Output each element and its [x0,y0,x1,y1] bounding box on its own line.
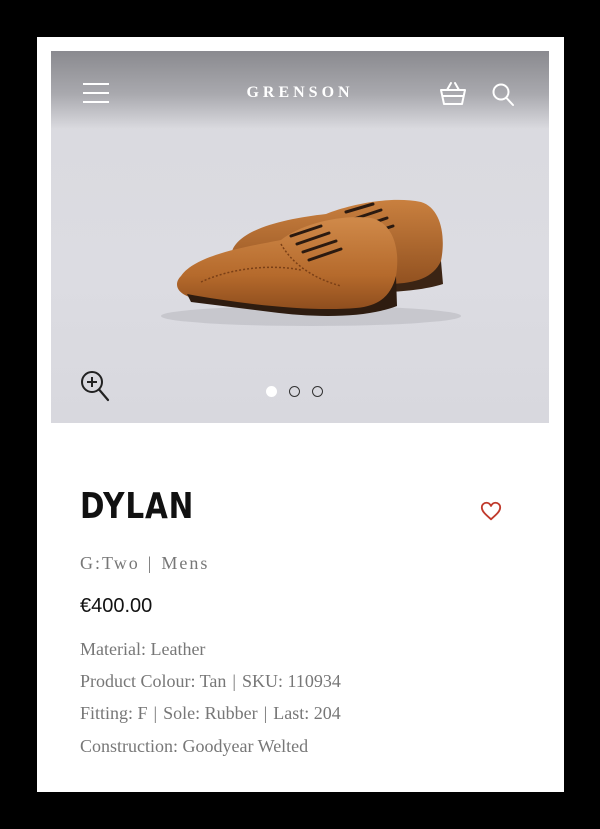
heart-icon[interactable] [480,500,502,522]
carousel-dot[interactable] [266,386,277,397]
search-icon[interactable] [491,81,515,107]
divider: | [263,703,268,723]
spec-colour-sku: Product Colour: Tan | SKU: 110934 [80,671,341,692]
product-card: GRENSON DYLAN G:Two | Mens €400.00 Mater… [37,37,564,792]
spec-sku: SKU: 110934 [242,671,341,691]
top-navigation-bar: GRENSON [51,51,549,129]
basket-icon[interactable] [439,81,467,107]
spec-last: Last: 204 [273,703,341,723]
spec-material: Material: Leather [80,639,206,659]
spec-fitting-sole-last: Fitting: F | Sole: Rubber | Last: 204 [80,703,341,724]
carousel-dot[interactable] [312,386,323,397]
carousel-dot[interactable] [289,386,300,397]
product-image [161,199,461,326]
spec-colour: Product Colour: Tan [80,671,227,691]
spec-fitting: Fitting: F [80,703,148,723]
zoom-icon[interactable] [79,369,111,403]
product-title: DYLAN [80,486,195,527]
gender-label: Mens [161,553,210,573]
product-subline: G:Two | Mens [80,553,209,574]
divider: | [147,553,154,573]
product-gallery[interactable]: GRENSON [51,51,549,423]
brand-logo[interactable]: GRENSON [51,84,549,102]
collection-label: G:Two [80,553,140,573]
spec-construction: Construction: Goodyear Welted [80,736,309,756]
divider: | [232,671,237,691]
spec-sole: Sole: Rubber [163,703,258,723]
divider: | [153,703,158,723]
product-price: €400.00 [80,595,153,617]
carousel-indicator [266,384,335,398]
